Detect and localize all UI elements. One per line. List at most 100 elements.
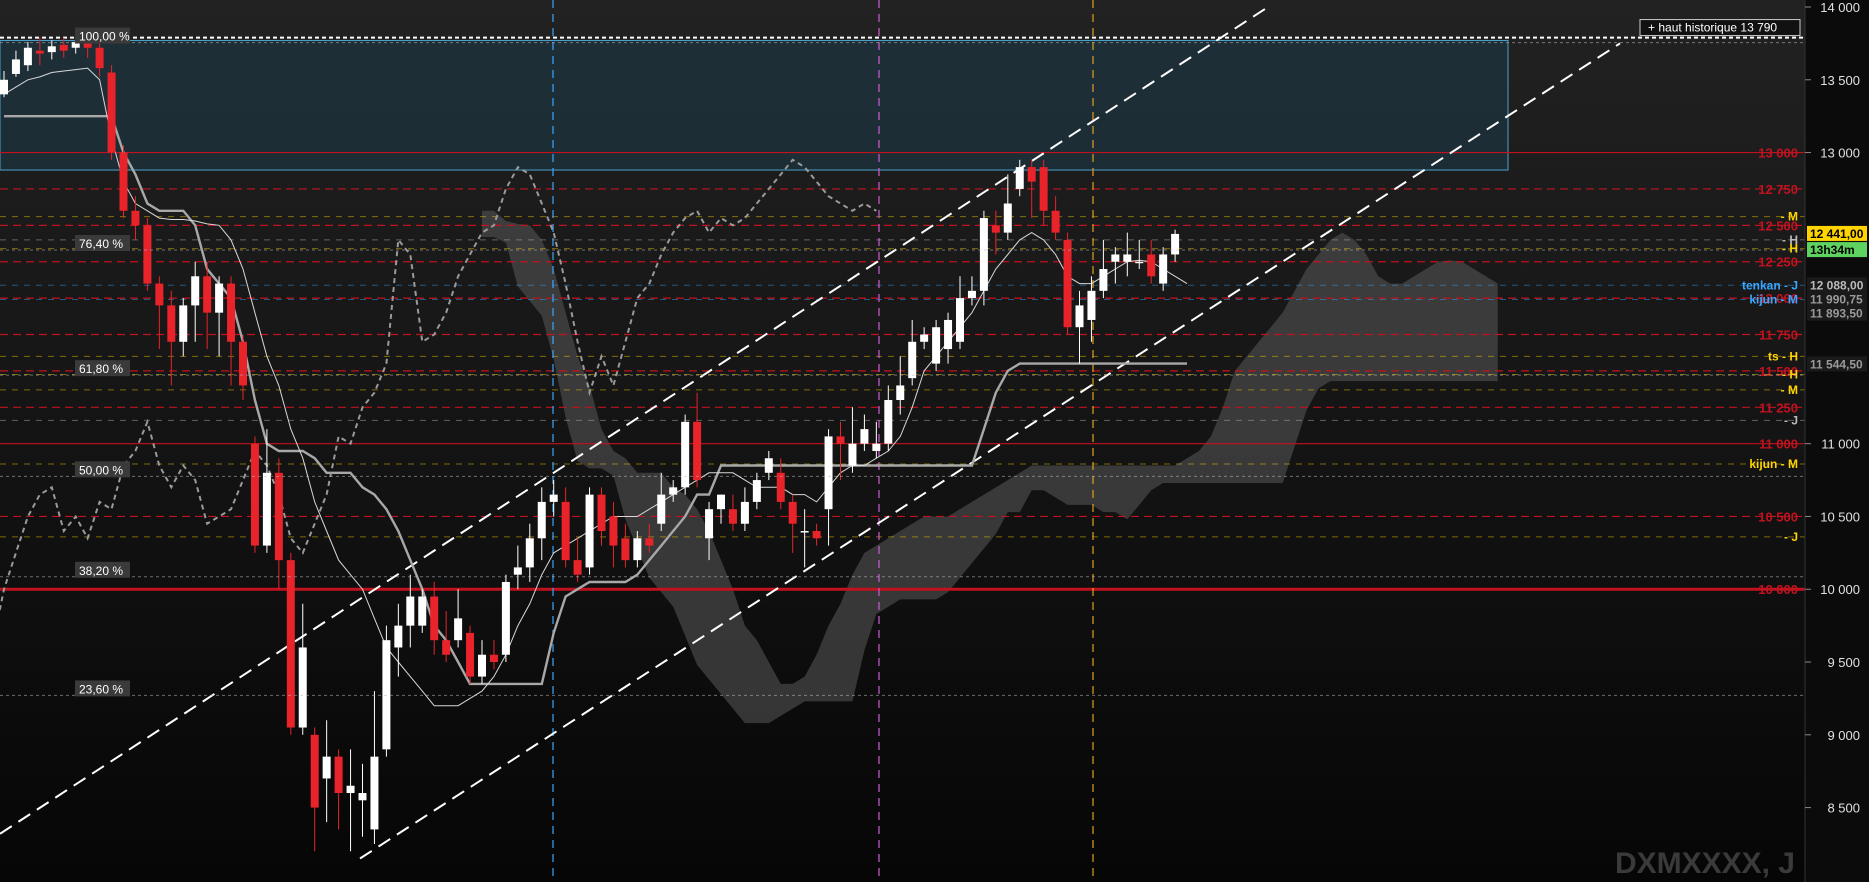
candle-body (1027, 167, 1036, 182)
candle-body (1111, 254, 1120, 262)
ichimoku-level-label: - J (1784, 413, 1798, 427)
candle-body (346, 785, 355, 794)
candle-body (597, 494, 606, 532)
candle-body (1063, 239, 1072, 328)
round-level-label: 10 500 (1758, 509, 1798, 524)
fib-label: 38,20 % (79, 564, 123, 578)
candle-body (788, 501, 797, 524)
candle-body (561, 501, 570, 561)
fib-label: 100,00 % (79, 30, 130, 44)
candle-body (334, 756, 343, 794)
candle-body (752, 480, 761, 502)
ichimoku-level-label: kijun - M (1749, 457, 1798, 471)
axis-tick-label: 10 000 (1820, 582, 1860, 597)
candle-body (1099, 269, 1108, 291)
candle-body (454, 618, 463, 641)
round-level-label: 12 750 (1758, 182, 1798, 197)
candle-body (776, 472, 785, 502)
ichimoku-level-label: - M (1781, 383, 1798, 397)
price-tag-label: 12 441,00 (1810, 227, 1864, 241)
candle-body (991, 225, 1000, 233)
ichimoku-level-label: tenkan - J (1742, 278, 1798, 292)
candle-body (191, 276, 200, 306)
axis-tick-label: 13 500 (1820, 73, 1860, 88)
axis-tick-label: 9 000 (1827, 728, 1860, 743)
ichimoku-level-label: - J (1784, 530, 1798, 544)
candle-body (11, 59, 20, 74)
candle-body (621, 538, 630, 561)
candle-body (0, 79, 8, 95)
resistance-zone (0, 39, 1509, 171)
candle-body (107, 72, 116, 153)
axis-tick-label: 10 500 (1820, 509, 1860, 524)
candle-body (1003, 203, 1012, 233)
candle-body (860, 429, 869, 444)
candle-body (274, 472, 283, 561)
candle-body (179, 305, 188, 342)
fib-label: 76,40 % (79, 237, 123, 251)
ichimoku-level-label: - H (1782, 242, 1798, 256)
ichimoku-level-label: - H (1782, 368, 1798, 382)
candle-body (693, 421, 702, 481)
candle-body (717, 494, 725, 510)
candle-body (908, 341, 917, 379)
candle-body (812, 531, 821, 539)
candle-body (513, 567, 522, 575)
round-level-label: 11 000 (1759, 437, 1798, 452)
instrument-watermark: DXMXXXX, J (1615, 847, 1795, 880)
candle-body (250, 443, 259, 546)
candle-body (322, 756, 331, 779)
candle-body (286, 560, 295, 728)
candle-body (956, 298, 964, 342)
candle-body (705, 509, 714, 539)
candle-body (119, 152, 128, 211)
candle-body (227, 283, 236, 342)
candle-body (406, 596, 415, 626)
price-tag-label: 11 990,75 (1810, 292, 1863, 306)
candle-body (1075, 305, 1084, 328)
ichimoku-level-label: - M (1781, 210, 1798, 224)
candle-body (824, 436, 833, 510)
candle-body (537, 501, 546, 539)
candle-body (740, 501, 749, 524)
price-chart[interactable]: 13 00012 75012 50012 25012 00011 75011 5… (0, 0, 1869, 882)
candle-body (609, 516, 618, 546)
candle-body (466, 632, 475, 677)
price-tag-label: 13h34m (1810, 243, 1855, 257)
candle-body (59, 44, 68, 51)
ichimoku-level-label: ts - H (1768, 349, 1798, 363)
candle-body (203, 276, 212, 313)
axis-tick-label: 14 000 (1820, 0, 1860, 15)
candle-body (979, 218, 988, 291)
candle-body (370, 756, 379, 830)
candle-body (836, 436, 845, 444)
candle-body (1123, 254, 1132, 262)
candle-body (549, 494, 558, 502)
candle-body (418, 596, 427, 626)
candle-body (1039, 167, 1048, 211)
candle-body (358, 793, 367, 801)
candle-body (298, 647, 307, 728)
candle-body (239, 341, 247, 386)
round-level-label: 13 000 (1758, 146, 1798, 161)
fib-label: 61,80 % (79, 362, 123, 376)
candle-body (681, 421, 690, 488)
candle-body (920, 334, 929, 342)
candle-body (1015, 167, 1024, 189)
candle-body (944, 319, 953, 350)
candle-body (430, 596, 439, 641)
candle-body (155, 283, 164, 306)
round-level-label: 10 000 (1758, 582, 1798, 597)
candle-body (657, 494, 666, 524)
candle-body (394, 625, 403, 648)
fib-label: 50,00 % (79, 463, 123, 477)
candle-body (382, 640, 391, 750)
candle-body (1159, 254, 1168, 284)
candle-body (1171, 233, 1180, 255)
round-level-label: 11 750 (1759, 328, 1798, 343)
candle-body (525, 538, 534, 568)
candle-body (573, 560, 582, 575)
candle-body (800, 531, 809, 533)
candle-body (478, 654, 486, 677)
candle-body (764, 458, 773, 473)
